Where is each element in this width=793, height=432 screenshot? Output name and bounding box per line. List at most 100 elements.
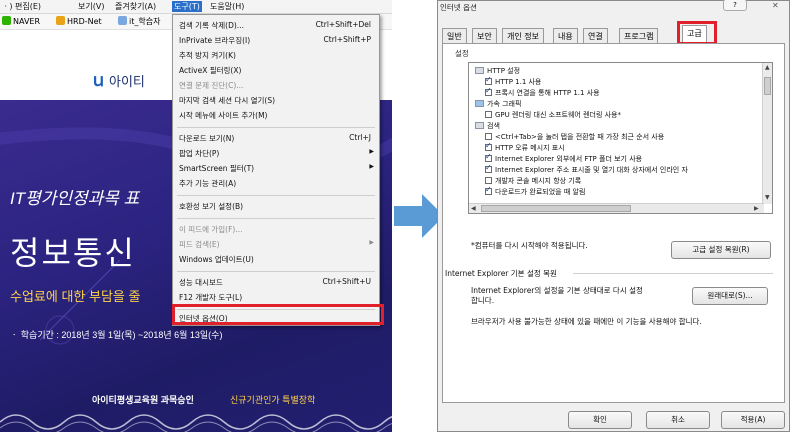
checkbox-checked-icon: [485, 86, 492, 96]
menu-separator: [177, 127, 375, 128]
site-logo[interactable]: ｕ 아이티: [90, 66, 145, 91]
checkbox-checked-icon: [485, 185, 492, 195]
menu-item-inprivate[interactable]: InPrivate 브라우징(I) Ctrl+Shift+P: [173, 34, 379, 47]
menu-item-compat-view[interactable]: 호환성 보기 설정(B): [173, 200, 379, 213]
menu-item-activex-filtering[interactable]: ActiveX 필터링(X): [173, 64, 379, 77]
browser-window: ㆍ) 편집(E) 보기(V) 즐겨찾기(A) 도구(T) 도움말(H) NAVE…: [0, 0, 392, 432]
submenu-arrow-icon: ▶: [369, 163, 374, 170]
logo-mark-icon: ｕ: [90, 71, 107, 90]
checkbox-checked-icon: [485, 141, 492, 151]
folder-icon: [475, 122, 484, 129]
menu-item-smartscreen[interactable]: SmartScreen 필터(T) ▶: [173, 162, 379, 175]
scroll-thumb[interactable]: [764, 77, 771, 95]
naver-icon: [2, 16, 11, 25]
menu-item-manage-addons[interactable]: 추가 기능 관리(A): [173, 177, 379, 190]
banner-subtitle: IT평가인정과목 표: [10, 189, 140, 208]
vertical-scrollbar[interactable]: ▲ ▼: [762, 63, 772, 204]
checkbox-checked-icon: [485, 163, 492, 173]
group-divider: [573, 273, 773, 274]
checkbox-unchecked-icon: [485, 177, 492, 184]
menu-bar: ㆍ) 편집(E) 보기(V) 즐겨찾기(A) 도구(T) 도움말(H): [0, 0, 392, 14]
menu-item-tracking-protection[interactable]: 추적 방지 켜기(K): [173, 49, 379, 62]
menu-favorites[interactable]: 즐겨찾기(A): [115, 1, 156, 12]
setting-ftp-folder-view[interactable]: Internet Explorer 외부에서 FTP 폴더 보기 사용: [485, 152, 642, 165]
tab-privacy[interactable]: 개인 정보: [502, 28, 544, 43]
setting-software-rendering[interactable]: GPU 렌더링 대신 소프트웨어 렌더링 사용*: [485, 110, 621, 121]
setting-download-notify[interactable]: 다운로드가 완료되었을 때 알림: [485, 185, 585, 198]
wave-pattern: [0, 414, 392, 432]
menu-item-popup-blocker[interactable]: 팝업 차단(P) ▶: [173, 147, 379, 160]
menu-help[interactable]: 도움말(H): [210, 1, 244, 12]
tab-programs[interactable]: 프로그램: [619, 28, 659, 43]
menu-item-reopen-session[interactable]: 마지막 검색 세션 다시 열기(S): [173, 94, 379, 107]
menu-item-windows-update[interactable]: Windows 업데이트(U): [173, 253, 379, 266]
reset-description: Internet Explorer의 설정을 기본 상태대로 다시 설정: [471, 286, 643, 295]
hrd-net-icon: [56, 16, 65, 25]
menu-item-performance-dashboard[interactable]: 성능 대시보드 Ctrl+Shift+U: [173, 276, 379, 289]
highlight-internet-options: [172, 304, 384, 325]
apply-button[interactable]: 적용(A): [721, 411, 785, 429]
favorite-it-learner[interactable]: it_학습자: [118, 16, 160, 27]
scroll-right-icon[interactable]: ▶: [754, 205, 759, 212]
ie-page-icon: [118, 16, 127, 25]
menu-item-subscribe-feed: 이 피드에 가입(F)...: [179, 225, 243, 234]
restart-note: *컴퓨터를 다시 시작해야 적용됩니다.: [471, 241, 588, 250]
reset-group-label: Internet Explorer 기본 설정 복원: [445, 269, 557, 278]
checkbox-checked-icon: [485, 152, 492, 162]
settings-group-label: 설정: [453, 48, 471, 59]
setting-http11-proxy[interactable]: 프록시 연결을 통해 HTTP 1.1 사용: [485, 86, 600, 99]
banner-period: ㆍ 학습기간 : 2018년 3월 1일(목) ~2018년 6월 13일(수): [10, 330, 223, 340]
scroll-up-icon[interactable]: ▲: [765, 64, 770, 71]
scroll-left-icon[interactable]: ◀: [471, 205, 476, 212]
advanced-panel: 설정 HTTP 설정 HTTP 1.1 사용 프록시 연결을 통해 HTTP 1…: [442, 43, 785, 403]
internet-options-dialog: 인터넷 옵션 ? ✕ 일반 보안 개인 정보 내용 연결 프로그램 고급 설정 …: [437, 0, 790, 432]
menu-view[interactable]: 보기(V): [78, 1, 104, 12]
monitor-icon: [475, 100, 484, 107]
favorite-hrd-net[interactable]: HRD-Net: [56, 16, 102, 26]
checkbox-unchecked-icon: [485, 133, 492, 140]
folder-icon: [475, 67, 484, 74]
tree-folder-http: HTTP 설정: [475, 66, 520, 77]
highlight-advanced-tab: [677, 21, 717, 45]
reset-button[interactable]: 원래대로(S)...: [692, 287, 768, 305]
submenu-arrow-icon: ▶: [369, 148, 374, 155]
scroll-down-icon[interactable]: ▼: [765, 194, 770, 201]
tab-general[interactable]: 일반: [442, 28, 467, 43]
menu-edit[interactable]: ㆍ) 편집(E): [2, 1, 41, 12]
tree-folder-accelerated-graphics: 가속 그래픽: [475, 99, 521, 110]
tab-content[interactable]: 내용: [553, 28, 578, 43]
setting-http-error-messages[interactable]: HTTP 오류 메시지 표시: [485, 141, 565, 154]
setting-inline-autocomplete[interactable]: Internet Explorer 주소 표시줄 및 열기 대화 상자에서 인라…: [485, 163, 688, 176]
tab-connections[interactable]: 연결: [583, 28, 608, 43]
restore-advanced-button[interactable]: 고급 설정 복원(R): [671, 241, 771, 259]
tools-menu: 검색 기록 삭제(D)... Ctrl+Shift+Del InPrivate 브…: [172, 14, 380, 326]
checkbox-checked-icon: [485, 75, 492, 85]
setting-ctrl-tab-order[interactable]: <Ctrl+Tab>을 눌러 탭을 전환할 때 가장 최근 순서 사용: [485, 132, 664, 143]
scroll-thumb[interactable]: [481, 205, 631, 212]
help-button[interactable]: ?: [723, 0, 747, 11]
reset-warning: 브라우저가 사용 불가능한 상태에 있을 때에만 이 기능을 사용해야 합니다.: [471, 317, 702, 326]
reset-description-cont: 합니다.: [471, 296, 495, 305]
horizontal-scrollbar[interactable]: ◀ ▶: [469, 203, 764, 213]
menu-tools[interactable]: 도구(T): [172, 1, 202, 12]
menu-item-downloads[interactable]: 다운로드 보기(N) Ctrl+J: [173, 132, 379, 145]
tab-security[interactable]: 보안: [472, 28, 497, 43]
banner-tagline: 수업료에 대한 부담을 줄: [10, 289, 141, 304]
menu-separator: [177, 271, 375, 272]
menu-item-f12-devtools[interactable]: F12 개발자 도구(L): [173, 291, 379, 304]
dialog-title: 인터넷 옵션: [440, 3, 477, 12]
favorite-naver[interactable]: NAVER: [2, 16, 40, 26]
submenu-arrow-icon: ▶: [369, 239, 374, 246]
ok-button[interactable]: 확인: [568, 411, 632, 429]
close-icon[interactable]: ✕: [772, 1, 779, 10]
cancel-button[interactable]: 취소: [646, 411, 710, 429]
menu-item-delete-history[interactable]: 검색 기록 삭제(D)... Ctrl+Shift+Del: [173, 19, 379, 32]
menu-separator: [177, 195, 375, 196]
menu-item-diagnose-connection: 연결 문제 진단(C)...: [179, 81, 244, 90]
banner-title: 정보통신: [10, 235, 136, 271]
setting-http11[interactable]: HTTP 1.1 사용: [485, 75, 541, 88]
tree-folder-browsing: 검색: [475, 121, 500, 132]
menu-item-add-to-start[interactable]: 시작 메뉴에 사이트 추가(M): [173, 109, 379, 122]
setting-console-logging[interactable]: 개발자 콘솔 메시지 항상 기록: [485, 176, 581, 187]
settings-tree[interactable]: HTTP 설정 HTTP 1.1 사용 프록시 연결을 통해 HTTP 1.1 …: [468, 62, 773, 214]
